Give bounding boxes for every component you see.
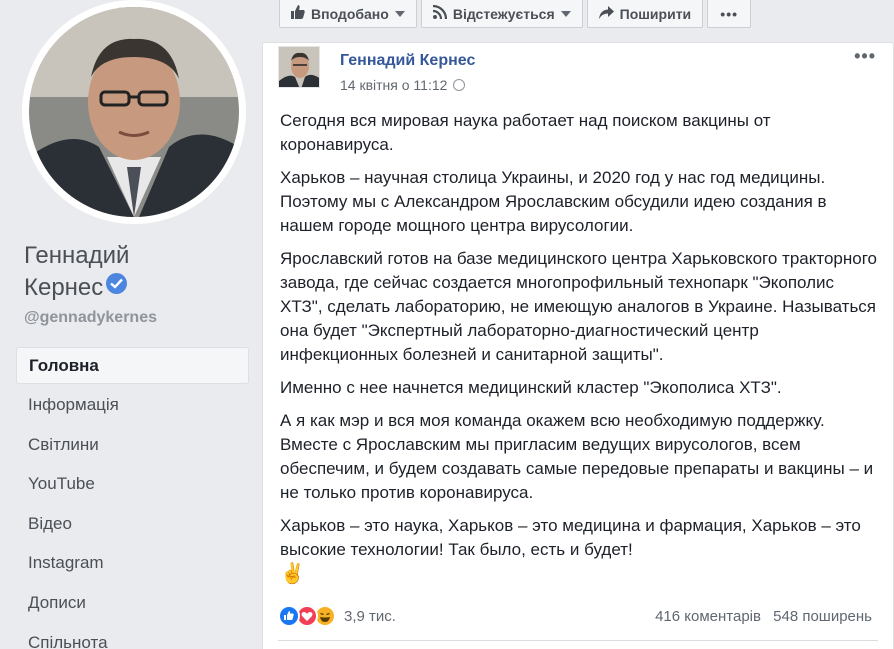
post-card: Геннадий Кернес 14 квітня о 11:12 ••• Се… (262, 42, 894, 649)
post-body: Сегодня вся мировая наука работает над п… (280, 109, 880, 571)
rss-icon (432, 4, 447, 22)
share-label: Поширити (619, 5, 692, 22)
nav-item-about[interactable]: Інформація (16, 386, 249, 426)
liked-button[interactable]: Вподобано (279, 0, 417, 28)
post-paragraph: Сегодня вся мировая наука работает над п… (280, 111, 771, 154)
post-author-name[interactable]: Геннадий Кернес (340, 52, 475, 70)
more-options-button[interactable]: ••• (707, 0, 752, 28)
post-paragraph: Именно с нее начнется медицинский класте… (280, 378, 782, 397)
nav-item-posts[interactable]: Дописи (16, 584, 249, 624)
post-author-avatar[interactable] (278, 46, 320, 88)
share-arrow-icon (598, 5, 614, 22)
victory-hand-emoji: ✌️ (280, 563, 305, 585)
post-meta: 14 квітня о 11:12 (340, 77, 466, 93)
chevron-down-icon (394, 10, 405, 17)
post-paragraph: А я как мэр и вся моя команда окажем всю… (280, 411, 874, 502)
reactions-count: 3,9 тис. (344, 607, 396, 625)
following-label: Відстежується (452, 5, 555, 22)
page-action-bar: Вподобано Відстежується Поширити ••• (279, 0, 755, 29)
page-sidebar: Геннадий Кернес @gennadykernes Головна І… (0, 0, 262, 649)
post-paragraph: Харьков – научная столица Украины, и 202… (280, 168, 827, 235)
profile-picture[interactable] (29, 7, 239, 217)
nav-item-community[interactable]: Спільнота (16, 624, 249, 649)
post-options-button[interactable]: ••• (854, 46, 876, 67)
post-divider (278, 640, 878, 641)
reactions-summary[interactable]: 3,9 тис. (278, 605, 396, 627)
nav-item-photos[interactable]: Світлини (16, 426, 249, 466)
post-timestamp[interactable]: 14 квітня о 11:12 (340, 77, 447, 93)
globe-icon (453, 79, 466, 91)
nav-item-youtube[interactable]: YouTube (16, 465, 249, 505)
page-nav: Головна Інформація Світлини YouTube Віде… (16, 347, 249, 649)
liked-label: Вподобано (311, 5, 389, 22)
nav-item-instagram[interactable]: Instagram (16, 544, 249, 584)
following-button[interactable]: Відстежується (420, 0, 583, 28)
nav-item-home[interactable]: Головна (16, 347, 249, 384)
page-handle[interactable]: @gennadykernes (24, 309, 157, 327)
shares-count-link[interactable]: 548 поширень (773, 608, 872, 625)
page-title: Геннадий Кернес (24, 240, 129, 304)
nav-item-videos[interactable]: Відео (16, 505, 249, 545)
like-reaction-icon (278, 605, 300, 627)
post-paragraph: Ярославский готов на базе медицинского ц… (280, 249, 877, 364)
chevron-down-icon (560, 10, 571, 17)
page-title-line2: Кернес (24, 274, 104, 301)
post-stats: 416 коментарів 548 поширень (647, 608, 872, 625)
page-title-line1: Геннадий (24, 242, 130, 269)
post-paragraph: Харьков – это наука, Харьков – это медиц… (280, 516, 861, 559)
verified-badge-icon (106, 273, 128, 294)
share-button[interactable]: Поширити (586, 0, 704, 28)
comments-count-link[interactable]: 416 коментарів (655, 608, 761, 625)
thumbs-up-icon (291, 5, 305, 22)
